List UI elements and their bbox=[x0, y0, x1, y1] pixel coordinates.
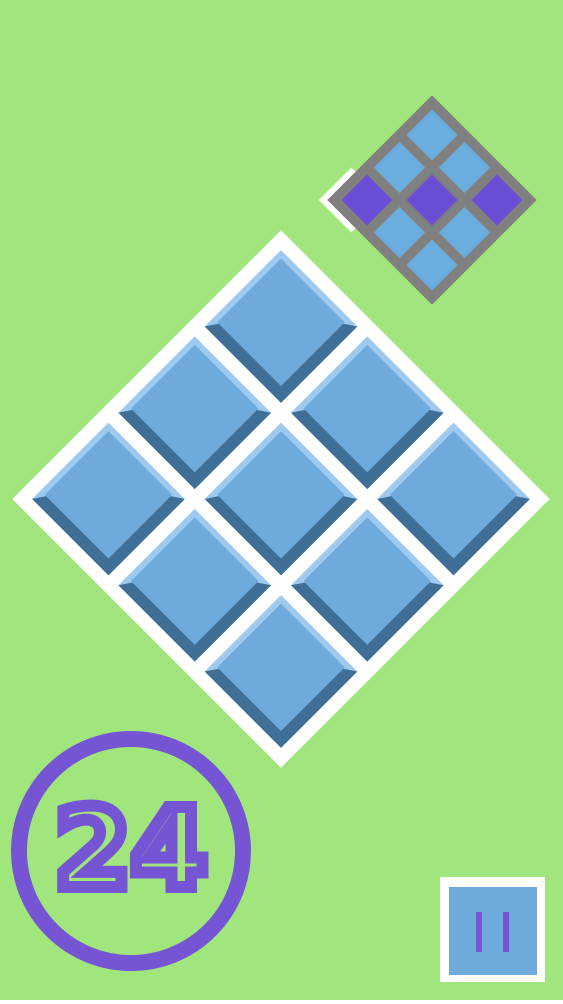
game-screen: 24 bbox=[0, 0, 563, 1000]
game-canvas: 24 bbox=[0, 0, 563, 1000]
pause-button-face[interactable] bbox=[449, 887, 537, 975]
score-value: 24 bbox=[54, 785, 207, 913]
pause-button[interactable] bbox=[440, 877, 545, 982]
